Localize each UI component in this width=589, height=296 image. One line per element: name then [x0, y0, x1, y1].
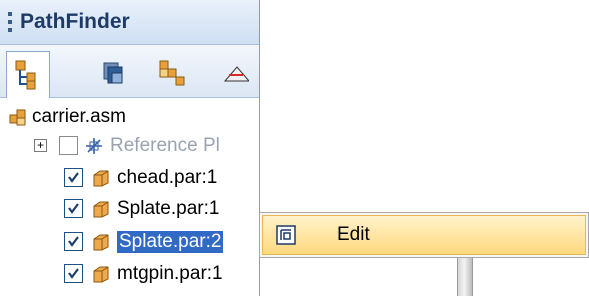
pathfinder-panel: PathFinder carrier.asm + Reference Pl ch… — [0, 0, 260, 296]
tab-sketch[interactable] — [214, 51, 254, 95]
expand-plus-icon[interactable]: + — [34, 139, 47, 152]
tree-item-splate-1[interactable]: Splate.par:1 — [64, 194, 219, 223]
reference-planes-icon — [86, 137, 102, 154]
checkmark-icon — [68, 172, 79, 183]
assembly-tree: carrier.asm + Reference Pl chead.par:1 S… — [0, 98, 259, 296]
tree-item-mtgpin[interactable]: mtgpin.par:1 — [64, 259, 223, 288]
part-icon — [93, 266, 109, 282]
pathfinder-title: PathFinder — [20, 10, 130, 33]
panel-grip-icon[interactable] — [8, 12, 12, 32]
tree-item-label-selected: Splate.par:2 — [117, 230, 224, 253]
tree-item-label: chead.par:1 — [117, 166, 218, 188]
edit-icon — [275, 224, 297, 246]
tree-item-chead[interactable]: chead.par:1 — [64, 163, 217, 192]
tree-item-label: mtgpin.par:1 — [117, 262, 223, 284]
tree-item-splate-2[interactable]: Splate.par:2 — [64, 227, 224, 256]
pathfinder-tab-strip — [0, 45, 259, 98]
context-menu: Edit — [259, 212, 589, 258]
checkmark-icon — [68, 203, 79, 214]
visibility-checkbox[interactable] — [59, 136, 78, 155]
assembly-icon — [9, 109, 26, 125]
parts-library-icon — [159, 60, 185, 86]
tree-root-label: carrier.asm — [32, 105, 126, 127]
sketch-icon — [223, 66, 249, 82]
pathfinder-header: PathFinder — [0, 0, 259, 45]
menu-item-edit[interactable]: Edit — [262, 215, 586, 255]
checkmark-icon — [68, 236, 79, 247]
visibility-checkbox[interactable] — [64, 264, 83, 283]
part-icon — [93, 234, 109, 250]
tree-item-label: Splate.par:1 — [117, 197, 220, 219]
window-splitter[interactable] — [457, 255, 473, 296]
layers-icon — [103, 62, 123, 84]
assembly-tree-icon — [15, 60, 36, 90]
tab-parts-library[interactable] — [150, 51, 194, 95]
tree-item-reference-planes[interactable]: + Reference Pl — [34, 131, 220, 160]
visibility-checkbox[interactable] — [64, 232, 83, 251]
part-icon — [93, 201, 109, 217]
visibility-checkbox[interactable] — [64, 199, 83, 218]
visibility-checkbox[interactable] — [64, 168, 83, 187]
tree-root[interactable]: carrier.asm — [8, 102, 126, 131]
checkmark-icon — [68, 268, 79, 279]
tree-item-label: Reference Pl — [110, 134, 220, 156]
tab-layers[interactable] — [92, 51, 136, 95]
part-icon — [93, 170, 109, 186]
menu-item-label: Edit — [337, 224, 370, 245]
tab-assembly-tree[interactable] — [6, 51, 50, 98]
